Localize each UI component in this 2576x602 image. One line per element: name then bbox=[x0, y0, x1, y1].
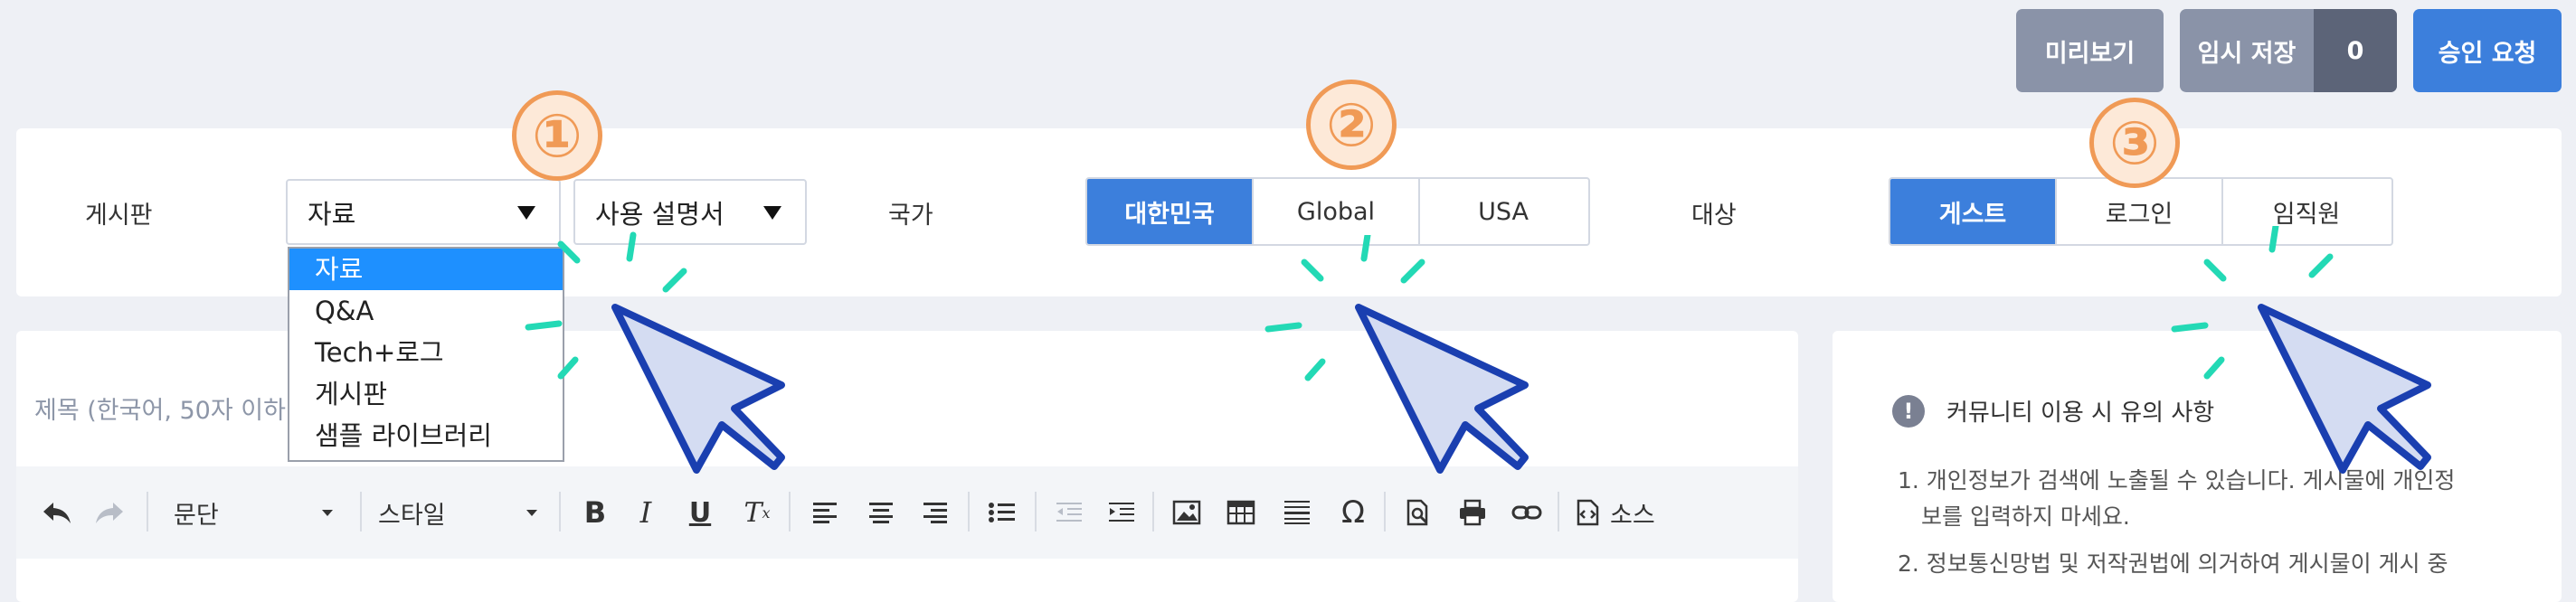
toolbar-divider bbox=[1558, 492, 1559, 531]
caret-down-icon bbox=[517, 206, 535, 220]
board-option-techlog[interactable]: Tech+로그 bbox=[289, 332, 563, 373]
special-char-omega-icon[interactable]: Ω bbox=[1333, 486, 1373, 539]
notice-line: 2. 정보통신망법 및 저작권법에 의거하여 게시물이 게시 중 bbox=[1898, 550, 2448, 577]
bold-icon[interactable]: B bbox=[575, 486, 615, 539]
country-option-global[interactable]: Global bbox=[1254, 179, 1420, 244]
temp-save-label: 임시 저장 bbox=[2197, 39, 2297, 68]
link-icon[interactable] bbox=[1507, 486, 1547, 539]
caret-down-icon bbox=[526, 510, 537, 516]
board-sub-select-value: 사용 설명서 bbox=[595, 198, 724, 230]
board-option-qna[interactable]: Q&A bbox=[289, 290, 563, 332]
undo-icon[interactable] bbox=[36, 486, 78, 539]
toolbar-divider bbox=[559, 492, 561, 531]
caret-down-icon bbox=[763, 206, 781, 220]
audience-option-employee[interactable]: 임직원 bbox=[2223, 179, 2390, 244]
board-option-board[interactable]: 게시판 bbox=[289, 373, 563, 415]
source-label: 소스 bbox=[1610, 501, 1655, 530]
board-option-data[interactable]: 자료 bbox=[289, 249, 563, 290]
style-dropdown[interactable]: 스타일 bbox=[378, 486, 550, 539]
horizontal-rule-icon[interactable] bbox=[1277, 486, 1317, 539]
table-icon[interactable] bbox=[1221, 486, 1261, 539]
clear-format-icon[interactable]: Tx bbox=[736, 486, 778, 539]
board-select[interactable]: 자료 bbox=[286, 179, 561, 245]
notice-line: 1. 개인정보가 검색에 노출될 수 있습니다. 게시물에 개인정 bbox=[1898, 467, 2456, 494]
caret-down-icon bbox=[322, 510, 333, 516]
bullet-list-icon[interactable] bbox=[982, 486, 1022, 539]
board-select-value: 자료 bbox=[308, 198, 356, 230]
redo-icon[interactable] bbox=[89, 486, 130, 539]
country-option-usa[interactable]: USA bbox=[1420, 179, 1586, 244]
toolbar-divider bbox=[1384, 492, 1386, 531]
preview-button[interactable]: 미리보기 bbox=[2016, 9, 2164, 92]
toolbar-divider bbox=[1035, 492, 1037, 531]
toolbar-divider bbox=[968, 492, 970, 531]
style-label: 스타일 bbox=[378, 501, 446, 530]
align-right-icon[interactable] bbox=[915, 486, 955, 539]
italic-icon[interactable]: I bbox=[626, 486, 666, 539]
board-sub-select[interactable]: 사용 설명서 bbox=[573, 179, 807, 245]
paragraph-format-dropdown[interactable]: 문단 bbox=[174, 486, 346, 539]
annotation-number-3: ③ bbox=[2089, 98, 2180, 188]
title-input[interactable]: 제목 (한국어, 50자 이하 bbox=[34, 390, 286, 426]
source-file-icon bbox=[1577, 499, 1599, 526]
approve-request-button[interactable]: 승인 요청 bbox=[2413, 9, 2562, 92]
board-dropdown-list: 자료 Q&A Tech+로그 게시판 샘플 라이브러리 bbox=[288, 247, 564, 462]
print-icon[interactable] bbox=[1453, 486, 1492, 539]
underline-icon[interactable]: U bbox=[680, 486, 720, 539]
notice-title: 커뮤니티 이용 시 유의 사항 bbox=[1946, 400, 2215, 427]
annotation-number-1: ① bbox=[512, 90, 602, 181]
board-option-sample-library[interactable]: 샘플 라이브러리 bbox=[289, 415, 563, 456]
preview-doc-icon[interactable] bbox=[1398, 486, 1438, 539]
toolbar-divider bbox=[1152, 492, 1154, 531]
align-center-icon[interactable] bbox=[861, 486, 901, 539]
audience-label: 대상 bbox=[1691, 202, 1737, 230]
toolbar-divider bbox=[789, 492, 791, 531]
country-label: 국가 bbox=[888, 202, 933, 230]
toolbar-divider bbox=[360, 492, 362, 531]
country-segmented-control: 대한민국 Global USA bbox=[1085, 177, 1590, 246]
paragraph-format-label: 문단 bbox=[174, 501, 219, 530]
temp-save-button[interactable]: 임시 저장 0 bbox=[2180, 9, 2397, 92]
toolbar-divider bbox=[147, 492, 148, 531]
align-left-icon[interactable] bbox=[805, 486, 845, 539]
audience-option-login[interactable]: 로그인 bbox=[2057, 179, 2223, 244]
country-option-korea[interactable]: 대한민국 bbox=[1087, 179, 1254, 244]
annotation-number-2: ② bbox=[1306, 80, 1397, 170]
image-icon[interactable] bbox=[1167, 486, 1207, 539]
temp-save-count-badge: 0 bbox=[2314, 9, 2397, 92]
notice-line: 보를 입력하지 마세요. bbox=[1921, 503, 2130, 530]
exclamation-icon: ! bbox=[1892, 395, 1925, 428]
source-button[interactable]: 소스 bbox=[1576, 486, 1675, 539]
indent-icon[interactable] bbox=[1102, 486, 1141, 539]
outdent-icon[interactable] bbox=[1049, 486, 1089, 539]
board-label: 게시판 bbox=[85, 202, 153, 230]
audience-option-guest[interactable]: 게스트 bbox=[1890, 179, 2057, 244]
